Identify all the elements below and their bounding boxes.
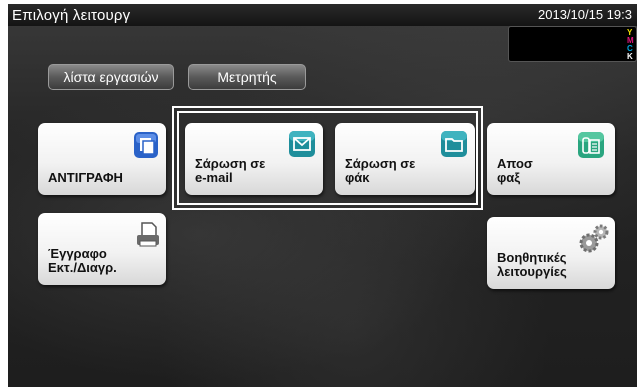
- toner-status-panel: Y M C K: [508, 26, 637, 62]
- fax-icon: [578, 132, 604, 158]
- user-box-button[interactable]: Έγγραφο Εκτ./Διαγρ.: [38, 213, 166, 285]
- date-time: 2013/10/15 19:3: [538, 7, 632, 22]
- user-box-label: Έγγραφο Εκτ./Διαγρ.: [48, 246, 117, 275]
- copy-button[interactable]: ΑΝΤΙΓΡΑΦΗ: [38, 123, 166, 195]
- fax-label: Αποσ φαξ: [497, 156, 533, 185]
- job-list-tab[interactable]: λίστα εργασιών: [48, 64, 174, 90]
- counter-tab[interactable]: Μετρητής: [188, 64, 306, 90]
- copy-icon: [134, 132, 158, 158]
- title-bar: Επιλογή λειτουργ 2013/10/15 19:3: [8, 4, 637, 26]
- utility-button[interactable]: Βοηθητικές λειτουργίες: [487, 217, 615, 289]
- screen-title: Επιλογή λειτουργ: [12, 7, 131, 24]
- scan-functions-highlight-inner: [177, 111, 478, 205]
- printer-icon: [137, 222, 159, 247]
- toner-black-label: K: [627, 52, 633, 61]
- utility-label: Βοηθητικές λειτουργίες: [497, 250, 567, 279]
- copy-label: ΑΝΤΙΓΡΑΦΗ: [48, 170, 123, 185]
- fax-button[interactable]: Αποσ φαξ: [487, 123, 615, 195]
- gears-icon: [579, 224, 609, 253]
